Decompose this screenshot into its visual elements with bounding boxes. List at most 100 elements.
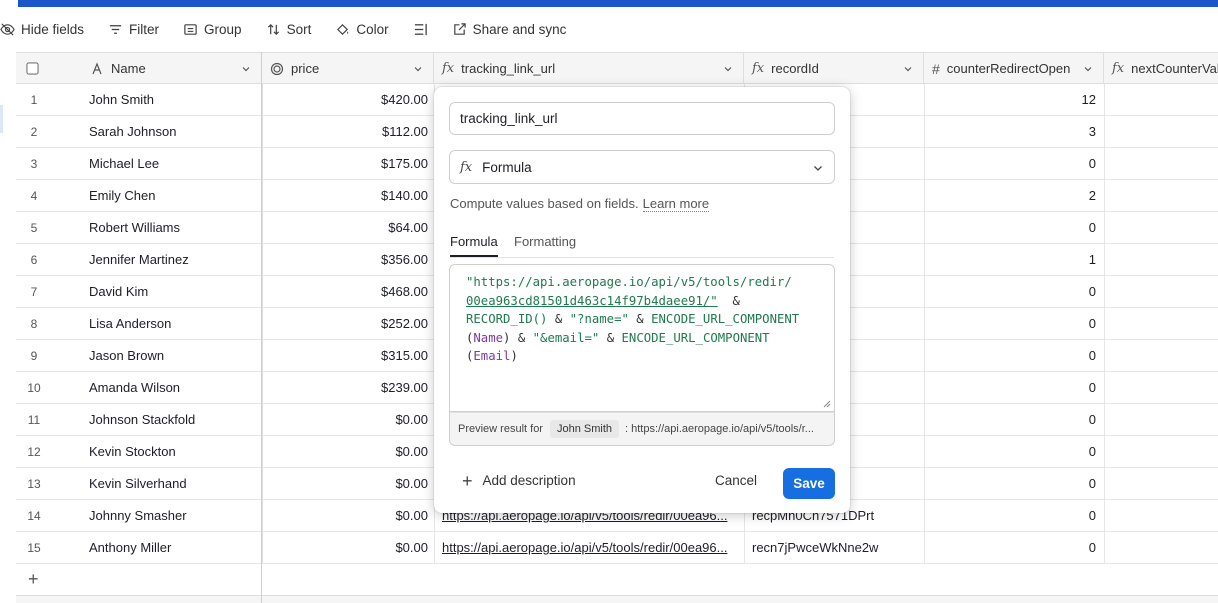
cell-name[interactable]: Anthony Miller bbox=[82, 532, 262, 563]
table-row[interactable]: 15 Anthony Miller $0.00 https://api.aeropag… bbox=[16, 532, 1218, 564]
select-all-checkbox[interactable] bbox=[26, 62, 39, 75]
color-button[interactable]: Color bbox=[335, 14, 398, 44]
cell-next-counter[interactable] bbox=[1104, 244, 1218, 275]
cell-name[interactable]: Robert Williams bbox=[82, 212, 262, 243]
cell-next-counter[interactable] bbox=[1104, 308, 1218, 339]
cell-counter[interactable]: 12 bbox=[924, 84, 1104, 115]
cell-counter[interactable]: 0 bbox=[924, 340, 1104, 371]
cell-counter[interactable]: 0 bbox=[924, 500, 1104, 531]
cell-next-counter[interactable] bbox=[1104, 500, 1218, 531]
cell-counter[interactable]: 0 bbox=[924, 436, 1104, 467]
cell-price[interactable]: $315.00 bbox=[262, 340, 434, 371]
cell-counter[interactable]: 0 bbox=[924, 276, 1104, 307]
cell-next-counter[interactable] bbox=[1104, 116, 1218, 147]
cell-name[interactable]: Amanda Wilson bbox=[82, 372, 262, 403]
view-toolbar: Hide fields Filter Group Sort Color Shar… bbox=[0, 7, 1218, 51]
preview-record-chip[interactable]: John Smith bbox=[549, 420, 620, 438]
cell-counter[interactable]: 0 bbox=[924, 148, 1104, 179]
tab-formatting[interactable]: Formatting bbox=[514, 234, 576, 255]
cell-price[interactable]: $420.00 bbox=[262, 84, 434, 115]
hide-fields-button[interactable]: Hide fields bbox=[0, 14, 94, 44]
share-sync-button[interactable]: Share and sync bbox=[452, 14, 577, 44]
cell-counter[interactable]: 2 bbox=[924, 180, 1104, 211]
cell-counter[interactable]: 1 bbox=[924, 244, 1104, 275]
column-header-name[interactable]: Name bbox=[82, 53, 262, 84]
cell-next-counter[interactable] bbox=[1104, 404, 1218, 435]
cell-name[interactable]: John Smith bbox=[82, 84, 262, 115]
chevron-down-icon[interactable] bbox=[1083, 64, 1093, 74]
cell-counter[interactable]: 0 bbox=[924, 372, 1104, 403]
column-header-tracking-link[interactable]: fx tracking_link_url bbox=[434, 53, 744, 84]
cell-price[interactable]: $0.00 bbox=[262, 404, 434, 435]
cancel-button[interactable]: Cancel bbox=[715, 473, 757, 488]
add-record-button[interactable]: + bbox=[16, 564, 262, 594]
cell-counter[interactable]: 3 bbox=[924, 116, 1104, 147]
cell-name[interactable]: Sarah Johnson bbox=[82, 116, 262, 147]
cell-name[interactable]: Jennifer Martinez bbox=[82, 244, 262, 275]
chevron-down-icon[interactable] bbox=[413, 64, 423, 74]
cell-name[interactable]: Michael Lee bbox=[82, 148, 262, 179]
cell-name[interactable]: Kevin Silverhand bbox=[82, 468, 262, 499]
cell-next-counter[interactable] bbox=[1104, 84, 1218, 115]
row-number: 13 bbox=[27, 476, 41, 491]
cell-name[interactable]: David Kim bbox=[82, 276, 262, 307]
filter-button[interactable]: Filter bbox=[108, 14, 169, 44]
cell-counter[interactable]: 0 bbox=[924, 532, 1104, 563]
cell-price[interactable]: $64.00 bbox=[262, 212, 434, 243]
cell-name[interactable]: Johnson Stackfold bbox=[82, 404, 262, 435]
cell-price[interactable]: $0.00 bbox=[262, 532, 434, 563]
column-header-price[interactable]: price bbox=[262, 53, 434, 84]
cell-next-counter[interactable] bbox=[1104, 372, 1218, 403]
cell-name[interactable]: Johnny Smasher bbox=[82, 500, 262, 531]
cell-next-counter[interactable] bbox=[1104, 212, 1218, 243]
cell-price[interactable]: $140.00 bbox=[262, 180, 434, 211]
cell-counter[interactable]: 0 bbox=[924, 404, 1104, 435]
cell-price[interactable]: $0.00 bbox=[262, 436, 434, 467]
cell-counter[interactable]: 0 bbox=[924, 468, 1104, 499]
row-height-button[interactable] bbox=[413, 14, 438, 44]
cell-name[interactable]: Kevin Stockton bbox=[82, 436, 262, 467]
cell-tracking-link[interactable]: https://api.aeropage.io/api/v5/tools/red… bbox=[434, 532, 744, 563]
cell-name[interactable]: Emily Chen bbox=[82, 180, 262, 211]
formula-editor[interactable]: "https://api.aeropage.io/api/v5/tools/re… bbox=[449, 264, 835, 412]
sort-button[interactable]: Sort bbox=[266, 14, 322, 44]
cell-name[interactable]: Lisa Anderson bbox=[82, 308, 262, 339]
add-description-button[interactable]: + Add description bbox=[462, 470, 576, 491]
cell-price[interactable]: $0.00 bbox=[262, 468, 434, 499]
description-text: Compute values based on fields. bbox=[450, 196, 639, 211]
cell-price[interactable]: $356.00 bbox=[262, 244, 434, 275]
column-header-next-counter[interactable]: fx nextCounterVal bbox=[1104, 53, 1218, 84]
chevron-down-icon[interactable] bbox=[723, 64, 733, 74]
cell-next-counter[interactable] bbox=[1104, 468, 1218, 499]
cell-price[interactable]: $468.00 bbox=[262, 276, 434, 307]
learn-more-link[interactable]: Learn more bbox=[642, 196, 710, 212]
cell-counter[interactable]: 0 bbox=[924, 212, 1104, 243]
cell-next-counter[interactable] bbox=[1104, 180, 1218, 211]
tab-formula[interactable]: Formula bbox=[450, 234, 498, 257]
cell-price[interactable]: $175.00 bbox=[262, 148, 434, 179]
cell-price[interactable]: $239.00 bbox=[262, 372, 434, 403]
cell-next-counter[interactable] bbox=[1104, 148, 1218, 179]
plus-icon: + bbox=[462, 470, 473, 491]
cell-name[interactable]: Jason Brown bbox=[82, 340, 262, 371]
cell-next-counter[interactable] bbox=[1104, 276, 1218, 307]
cell-counter[interactable]: 0 bbox=[924, 308, 1104, 339]
chevron-down-icon[interactable] bbox=[903, 64, 913, 74]
sort-label: Sort bbox=[286, 21, 312, 37]
cell-price[interactable]: $112.00 bbox=[262, 116, 434, 147]
cell-price[interactable]: $0.00 bbox=[262, 500, 434, 531]
column-header-counter[interactable]: # counterRedirectOpen bbox=[924, 53, 1104, 84]
field-name-input[interactable]: tracking_link_url bbox=[449, 102, 835, 135]
cell-price[interactable]: $252.00 bbox=[262, 308, 434, 339]
group-button[interactable]: Group bbox=[183, 14, 252, 44]
save-button[interactable]: Save bbox=[783, 468, 835, 499]
cell-next-counter[interactable] bbox=[1104, 532, 1218, 563]
resize-handle-icon[interactable] bbox=[823, 400, 831, 408]
cell-next-counter[interactable] bbox=[1104, 436, 1218, 467]
cell-next-counter[interactable] bbox=[1104, 340, 1218, 371]
cell-record-id[interactable]: recn7jPwceWkNne2w bbox=[744, 532, 924, 563]
chevron-down-icon[interactable] bbox=[241, 64, 251, 74]
field-type-select[interactable]: fx Formula bbox=[449, 150, 835, 184]
column-header-recordid[interactable]: fx recordId bbox=[744, 53, 924, 84]
share-sync-label: Share and sync bbox=[472, 21, 567, 37]
